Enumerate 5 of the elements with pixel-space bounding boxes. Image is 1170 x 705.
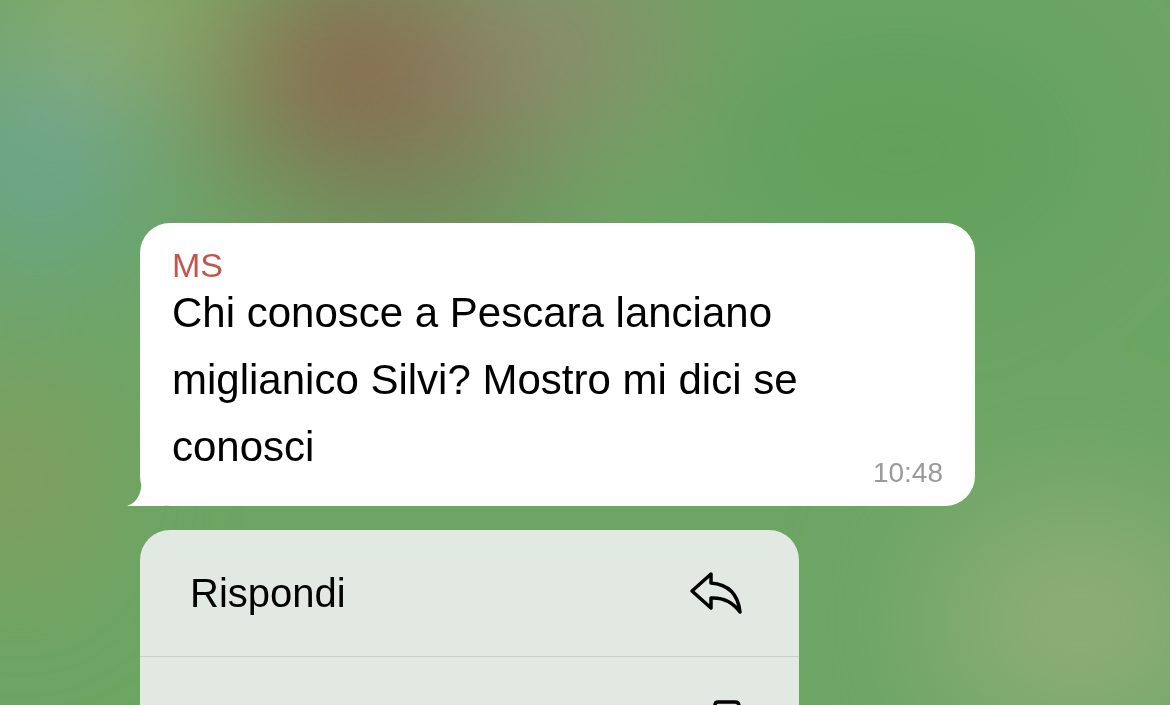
- reply-icon: [689, 571, 743, 615]
- sender-name: MS: [172, 245, 223, 285]
- menu-item[interactable]: Rispondi: [140, 530, 799, 656]
- message-text: Chi conosce a Pescara lanciano miglianico Silvi? Mostro mi dici se conosci: [172, 288, 799, 472]
- message-time: 10:48: [872, 456, 943, 490]
